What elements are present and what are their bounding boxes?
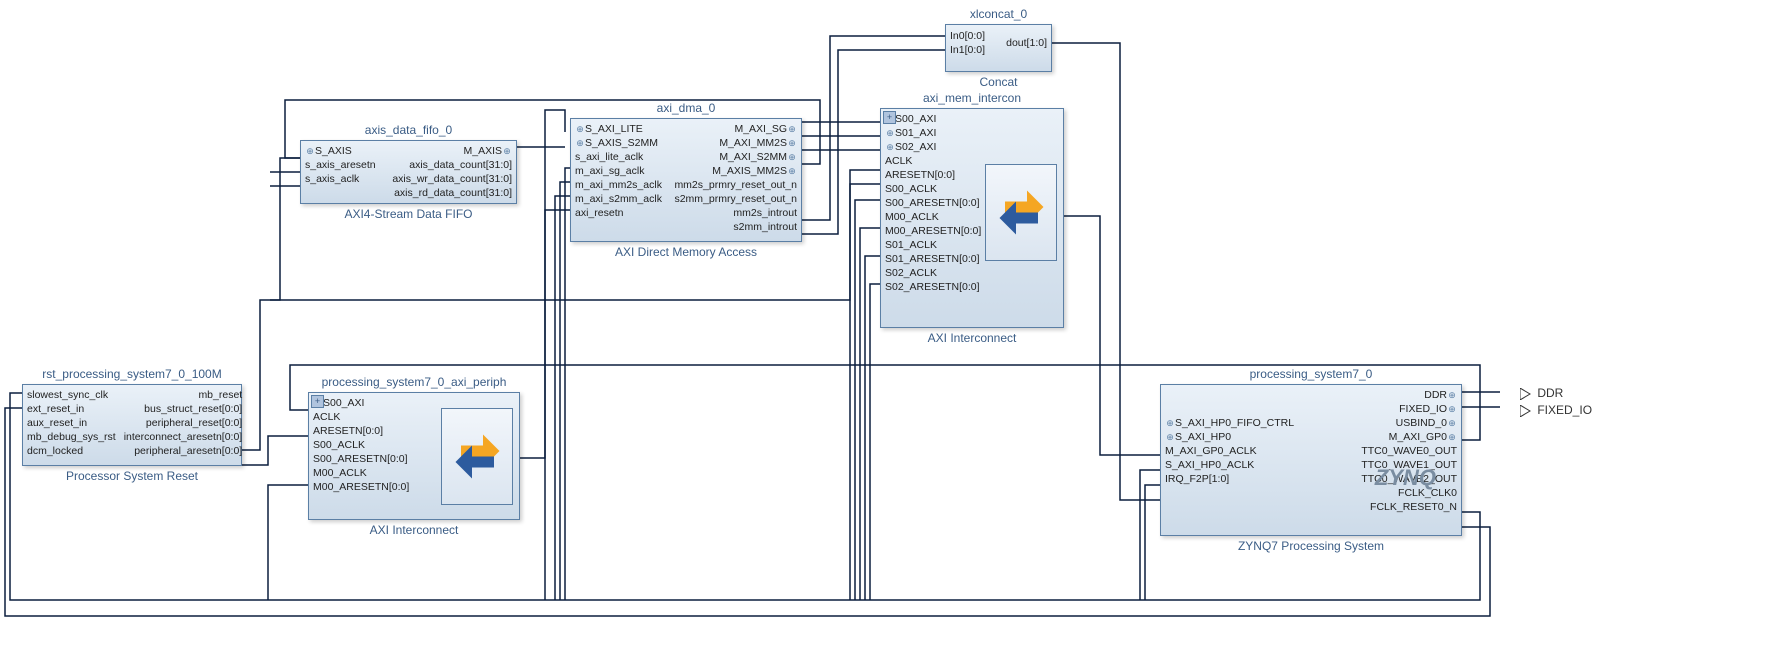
port: S00_ARESETN[0:0]	[881, 196, 984, 210]
port: s2mm_introut	[729, 220, 801, 234]
port: interconnect_aresetn[0:0]	[120, 430, 247, 444]
port: IRQ_F2P[1:0]	[1161, 472, 1233, 486]
title-dma: axi_dma_0	[571, 101, 801, 115]
port: s2mm_prmry_reset_out_n	[670, 192, 801, 206]
title-xlconcat: xlconcat_0	[946, 7, 1051, 21]
port: ⊕S_AXIS	[301, 144, 356, 158]
block-xlconcat[interactable]: xlconcat_0 In0[0:0] In1[0:0] dout[1:0] C…	[945, 24, 1052, 72]
port: axi_resetn	[571, 206, 627, 220]
port: ARESETN[0:0]	[309, 424, 387, 438]
port: aux_reset_in	[23, 416, 91, 430]
port: S00_ACLK	[881, 182, 941, 196]
port: S00_ARESETN[0:0]	[309, 452, 412, 466]
interconnect-icon	[985, 164, 1057, 261]
port: ⊕S01_AXI	[881, 126, 940, 140]
port: In1[0:0]	[946, 43, 989, 57]
port: peripheral_aresetn[0:0]	[130, 444, 246, 458]
port: mb_reset	[194, 388, 246, 402]
port	[1161, 388, 1169, 402]
zynq-logo: ZYNQ	[1375, 465, 1436, 491]
port: DDR⊕	[1420, 388, 1461, 402]
port: peripheral_reset[0:0]	[142, 416, 246, 430]
footer-mem-intercon: AXI Interconnect	[881, 331, 1063, 345]
port: axis_rd_data_count[31:0]	[390, 186, 516, 200]
block-dma[interactable]: axi_dma_0 ⊕S_AXI_LITE ⊕S_AXIS_S2MM s_axi…	[570, 118, 802, 242]
footer-xlconcat: Concat	[946, 75, 1051, 89]
port: M00_ACLK	[881, 210, 943, 224]
port: bus_struct_reset[0:0]	[140, 402, 246, 416]
footer-axi-periph: AXI Interconnect	[309, 523, 519, 537]
port: USBIND_0⊕	[1392, 416, 1461, 430]
title-rst: rst_processing_system7_0_100M	[23, 367, 241, 381]
port: ACLK	[881, 154, 916, 168]
port: S01_ACLK	[881, 238, 941, 252]
port: mm2s_prmry_reset_out_n	[670, 178, 801, 192]
port: FIXED_IO⊕	[1395, 402, 1461, 416]
block-mem-intercon[interactable]: + axi_mem_intercon ⊕S00_AXI ⊕S01_AXI ⊕S0…	[880, 108, 1064, 328]
ext-port-ddr: DDR	[1520, 386, 1563, 400]
port: M_AXI_S2MM⊕	[715, 150, 801, 164]
port: S02_ARESETN[0:0]	[881, 280, 984, 294]
port: S01_ARESETN[0:0]	[881, 252, 984, 266]
port: s_axi_lite_aclk	[571, 150, 647, 164]
port: ⊕S_AXI_HP0_FIFO_CTRL	[1161, 416, 1298, 430]
port: s_axis_aresetn	[301, 158, 380, 172]
port: M00_ACLK	[309, 466, 371, 480]
port: S00_ACLK	[309, 438, 369, 452]
block-axi-periph[interactable]: + processing_system7_0_axi_periph ⊕S00_A…	[308, 392, 520, 520]
port: mb_debug_sys_rst	[23, 430, 120, 444]
title-mem-intercon: axi_mem_intercon	[881, 91, 1063, 105]
interconnect-icon	[441, 408, 513, 505]
port: ⊕S_AXI_LITE	[571, 122, 647, 136]
port: m_axi_mm2s_aclk	[571, 178, 666, 192]
block-rst[interactable]: rst_processing_system7_0_100M slowest_sy…	[22, 384, 242, 466]
port: mm2s_introut	[729, 206, 801, 220]
port: M00_ARESETN[0:0]	[881, 224, 985, 238]
port: S_AXI_HP0_ACLK	[1161, 458, 1258, 472]
port: slowest_sync_clk	[23, 388, 112, 402]
port: m_axi_sg_aclk	[571, 164, 648, 178]
port: M_AXI_MM2S⊕	[715, 136, 801, 150]
port: FCLK_RESET0_N	[1366, 500, 1461, 514]
port: ⊕S_AXI_HP0	[1161, 430, 1235, 444]
port: dcm_locked	[23, 444, 87, 458]
port: M00_ARESETN[0:0]	[309, 480, 413, 494]
port: M_AXI_GP0_ACLK	[1161, 444, 1261, 458]
port: ⊕S_AXIS_S2MM	[571, 136, 662, 150]
port: M_AXIS⊕	[459, 144, 516, 158]
port: axis_data_count[31:0]	[405, 158, 516, 172]
port	[1161, 402, 1169, 416]
footer-fifo: AXI4-Stream Data FIFO	[301, 207, 516, 221]
port: s_axis_aclk	[301, 172, 363, 186]
port: M_AXI_GP0⊕	[1385, 430, 1461, 444]
port: TTC0_WAVE0_OUT	[1357, 444, 1461, 458]
title-fifo: axis_data_fifo_0	[301, 123, 516, 137]
port: In0[0:0]	[946, 29, 989, 43]
port: M_AXIS_MM2S⊕	[708, 164, 801, 178]
port: ⊕S02_AXI	[881, 140, 940, 154]
title-ps7: processing_system7_0	[1161, 367, 1461, 381]
expand-icon[interactable]: +	[311, 395, 324, 408]
port: M_AXI_SG⊕	[730, 122, 801, 136]
title-axi-periph: processing_system7_0_axi_periph	[309, 375, 519, 389]
footer-rst: Processor System Reset	[23, 469, 241, 483]
port: dout[1:0]	[1002, 36, 1051, 50]
block-fifo[interactable]: axis_data_fifo_0 ⊕S_AXIS s_axis_aresetn …	[300, 140, 517, 204]
footer-ps7: ZYNQ7 Processing System	[1161, 539, 1461, 553]
port: S02_ACLK	[881, 266, 941, 280]
ext-port-fixed-io: FIXED_IO	[1520, 403, 1592, 417]
port: ARESETN[0:0]	[881, 168, 959, 182]
port: m_axi_s2mm_aclk	[571, 192, 666, 206]
expand-icon[interactable]: +	[883, 111, 896, 124]
port: axis_wr_data_count[31:0]	[388, 172, 516, 186]
port: ext_reset_in	[23, 402, 88, 416]
footer-dma: AXI Direct Memory Access	[571, 245, 801, 259]
block-ps7[interactable]: processing_system7_0 ⊕S_AXI_HP0_FIFO_CTR…	[1160, 384, 1462, 536]
port: ACLK	[309, 410, 344, 424]
